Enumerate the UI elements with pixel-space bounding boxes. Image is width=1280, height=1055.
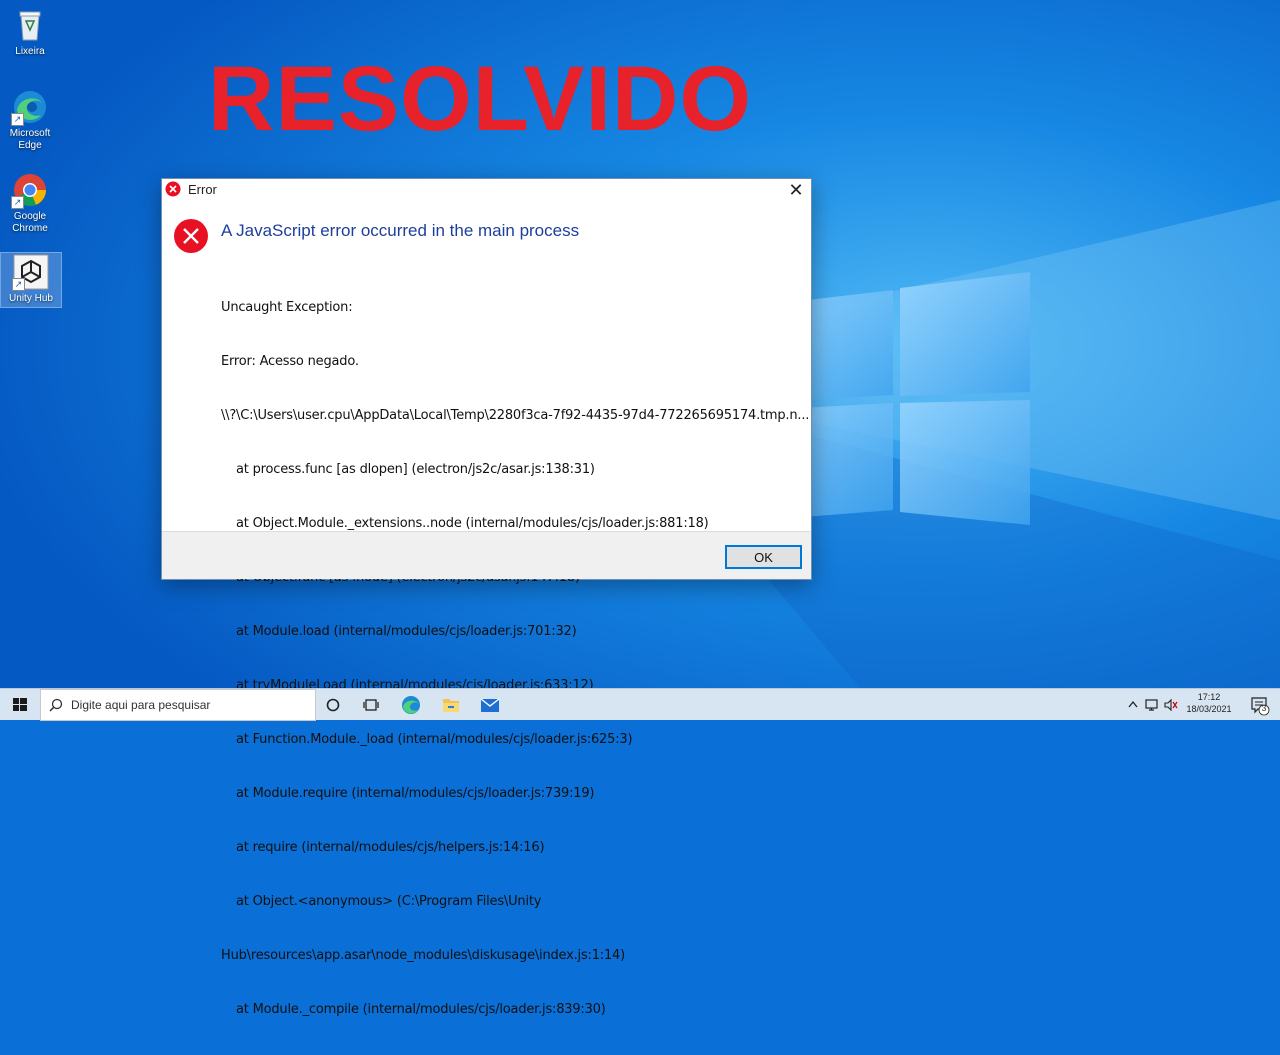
dialog-titlebar[interactable]: Error ✕: [162, 179, 811, 201]
taskbar: Digite aqui para pesquisar 17:12 18/03/2…: [0, 688, 1280, 721]
cortana-button[interactable]: [313, 689, 353, 721]
stack-trace-line: at process.func [as dlopen] (electron/js…: [236, 462, 595, 477]
speaker-muted-icon: [1164, 698, 1178, 712]
show-hidden-icons-button[interactable]: [1124, 689, 1142, 721]
start-button[interactable]: [0, 689, 40, 721]
edge-icon: ↗: [11, 88, 49, 126]
taskbar-search-box[interactable]: Digite aqui para pesquisar: [40, 689, 316, 721]
stack-trace-line: Hub\resources\app.asar\node_modules\disk…: [221, 948, 625, 963]
mail-icon: [480, 698, 500, 712]
task-view-icon: [363, 699, 379, 711]
search-placeholder: Digite aqui para pesquisar: [71, 698, 211, 712]
chevron-up-icon: [1128, 700, 1138, 708]
desktop-icon-label: Lixeira: [15, 46, 45, 57]
stack-trace-line: at Object.<anonymous> (C:\Program Files\…: [236, 894, 542, 909]
taskbar-clock[interactable]: 17:12 18/03/2021: [1182, 691, 1236, 715]
clock-time: 17:12: [1197, 692, 1221, 702]
stack-trace-line: at Function.Module._load (internal/modul…: [236, 732, 633, 747]
desktop-icon-microsoft-edge[interactable]: ↗ Microsoft Edge: [0, 88, 60, 152]
network-button[interactable]: [1143, 689, 1161, 721]
stack-trace-line: at Module.require (internal/modules/cjs/…: [236, 786, 595, 801]
close-icon: ✕: [788, 180, 804, 200]
dialog-title: Error: [188, 182, 217, 197]
recycle-bin-icon: [11, 6, 49, 44]
clock-date: 18/03/2021: [1186, 704, 1232, 714]
close-button[interactable]: ✕: [781, 179, 811, 201]
desktop-icon-label: Unity Hub: [9, 293, 53, 304]
desktop-icon-unity-hub[interactable]: ↗ Unity Hub: [0, 252, 62, 308]
search-icon: [49, 698, 63, 712]
unity-hub-icon: ↗: [12, 253, 50, 291]
folder-icon: [443, 699, 459, 712]
taskbar-mail-button[interactable]: [470, 689, 510, 721]
desktop-icon-label: Microsoft Edge: [9, 128, 51, 151]
stack-trace-line: at Module.load (internal/modules/cjs/loa…: [236, 624, 577, 639]
action-center-button[interactable]: 3: [1244, 689, 1274, 721]
taskbar-edge-button[interactable]: [391, 689, 431, 721]
message-line: \\?\C:\Users\user.cpu\AppData\Local\Temp…: [221, 408, 810, 423]
error-large-icon: [174, 219, 208, 253]
windows-logo-icon: [13, 698, 27, 711]
error-message: Uncaught Exception: Error: Acesso negado…: [221, 263, 810, 1055]
chrome-icon: ↗: [11, 171, 49, 209]
notification-icon: [1251, 697, 1270, 716]
volume-button[interactable]: [1162, 689, 1180, 721]
stack-trace-line: at require (internal/modules/cjs/helpers…: [236, 840, 545, 855]
message-line: Uncaught Exception:: [221, 300, 353, 315]
cortana-circle-icon: [326, 698, 340, 712]
desktop-icon-recycle-bin[interactable]: Lixeira: [0, 6, 60, 58]
network-icon: [1145, 699, 1158, 711]
dialog-heading: A JavaScript error occurred in the main …: [221, 221, 580, 240]
ok-button[interactable]: OK: [725, 545, 802, 569]
error-icon: [165, 181, 181, 197]
desktop-icon-google-chrome[interactable]: ↗ Google Chrome: [0, 171, 60, 235]
shortcut-arrow-icon: ↗: [11, 196, 24, 209]
error-dialog: Error ✕ A JavaScript error occurred in t…: [161, 178, 812, 1017]
task-view-button[interactable]: [351, 689, 391, 721]
notification-count-badge: 3: [1261, 704, 1267, 713]
desktop-icon-label: Google Chrome: [12, 211, 48, 234]
taskbar-file-explorer-button[interactable]: [431, 689, 471, 721]
dialog-footer: OK: [162, 531, 811, 579]
shortcut-arrow-icon: ↗: [12, 278, 25, 291]
shortcut-arrow-icon: ↗: [11, 113, 24, 126]
overlay-resolved-title: RESOLVIDO: [208, 48, 753, 150]
stack-trace-line: at Module._compile (internal/modules/cjs…: [236, 1002, 606, 1017]
edge-icon: [402, 696, 420, 714]
message-line: Error: Acesso negado.: [221, 354, 359, 369]
